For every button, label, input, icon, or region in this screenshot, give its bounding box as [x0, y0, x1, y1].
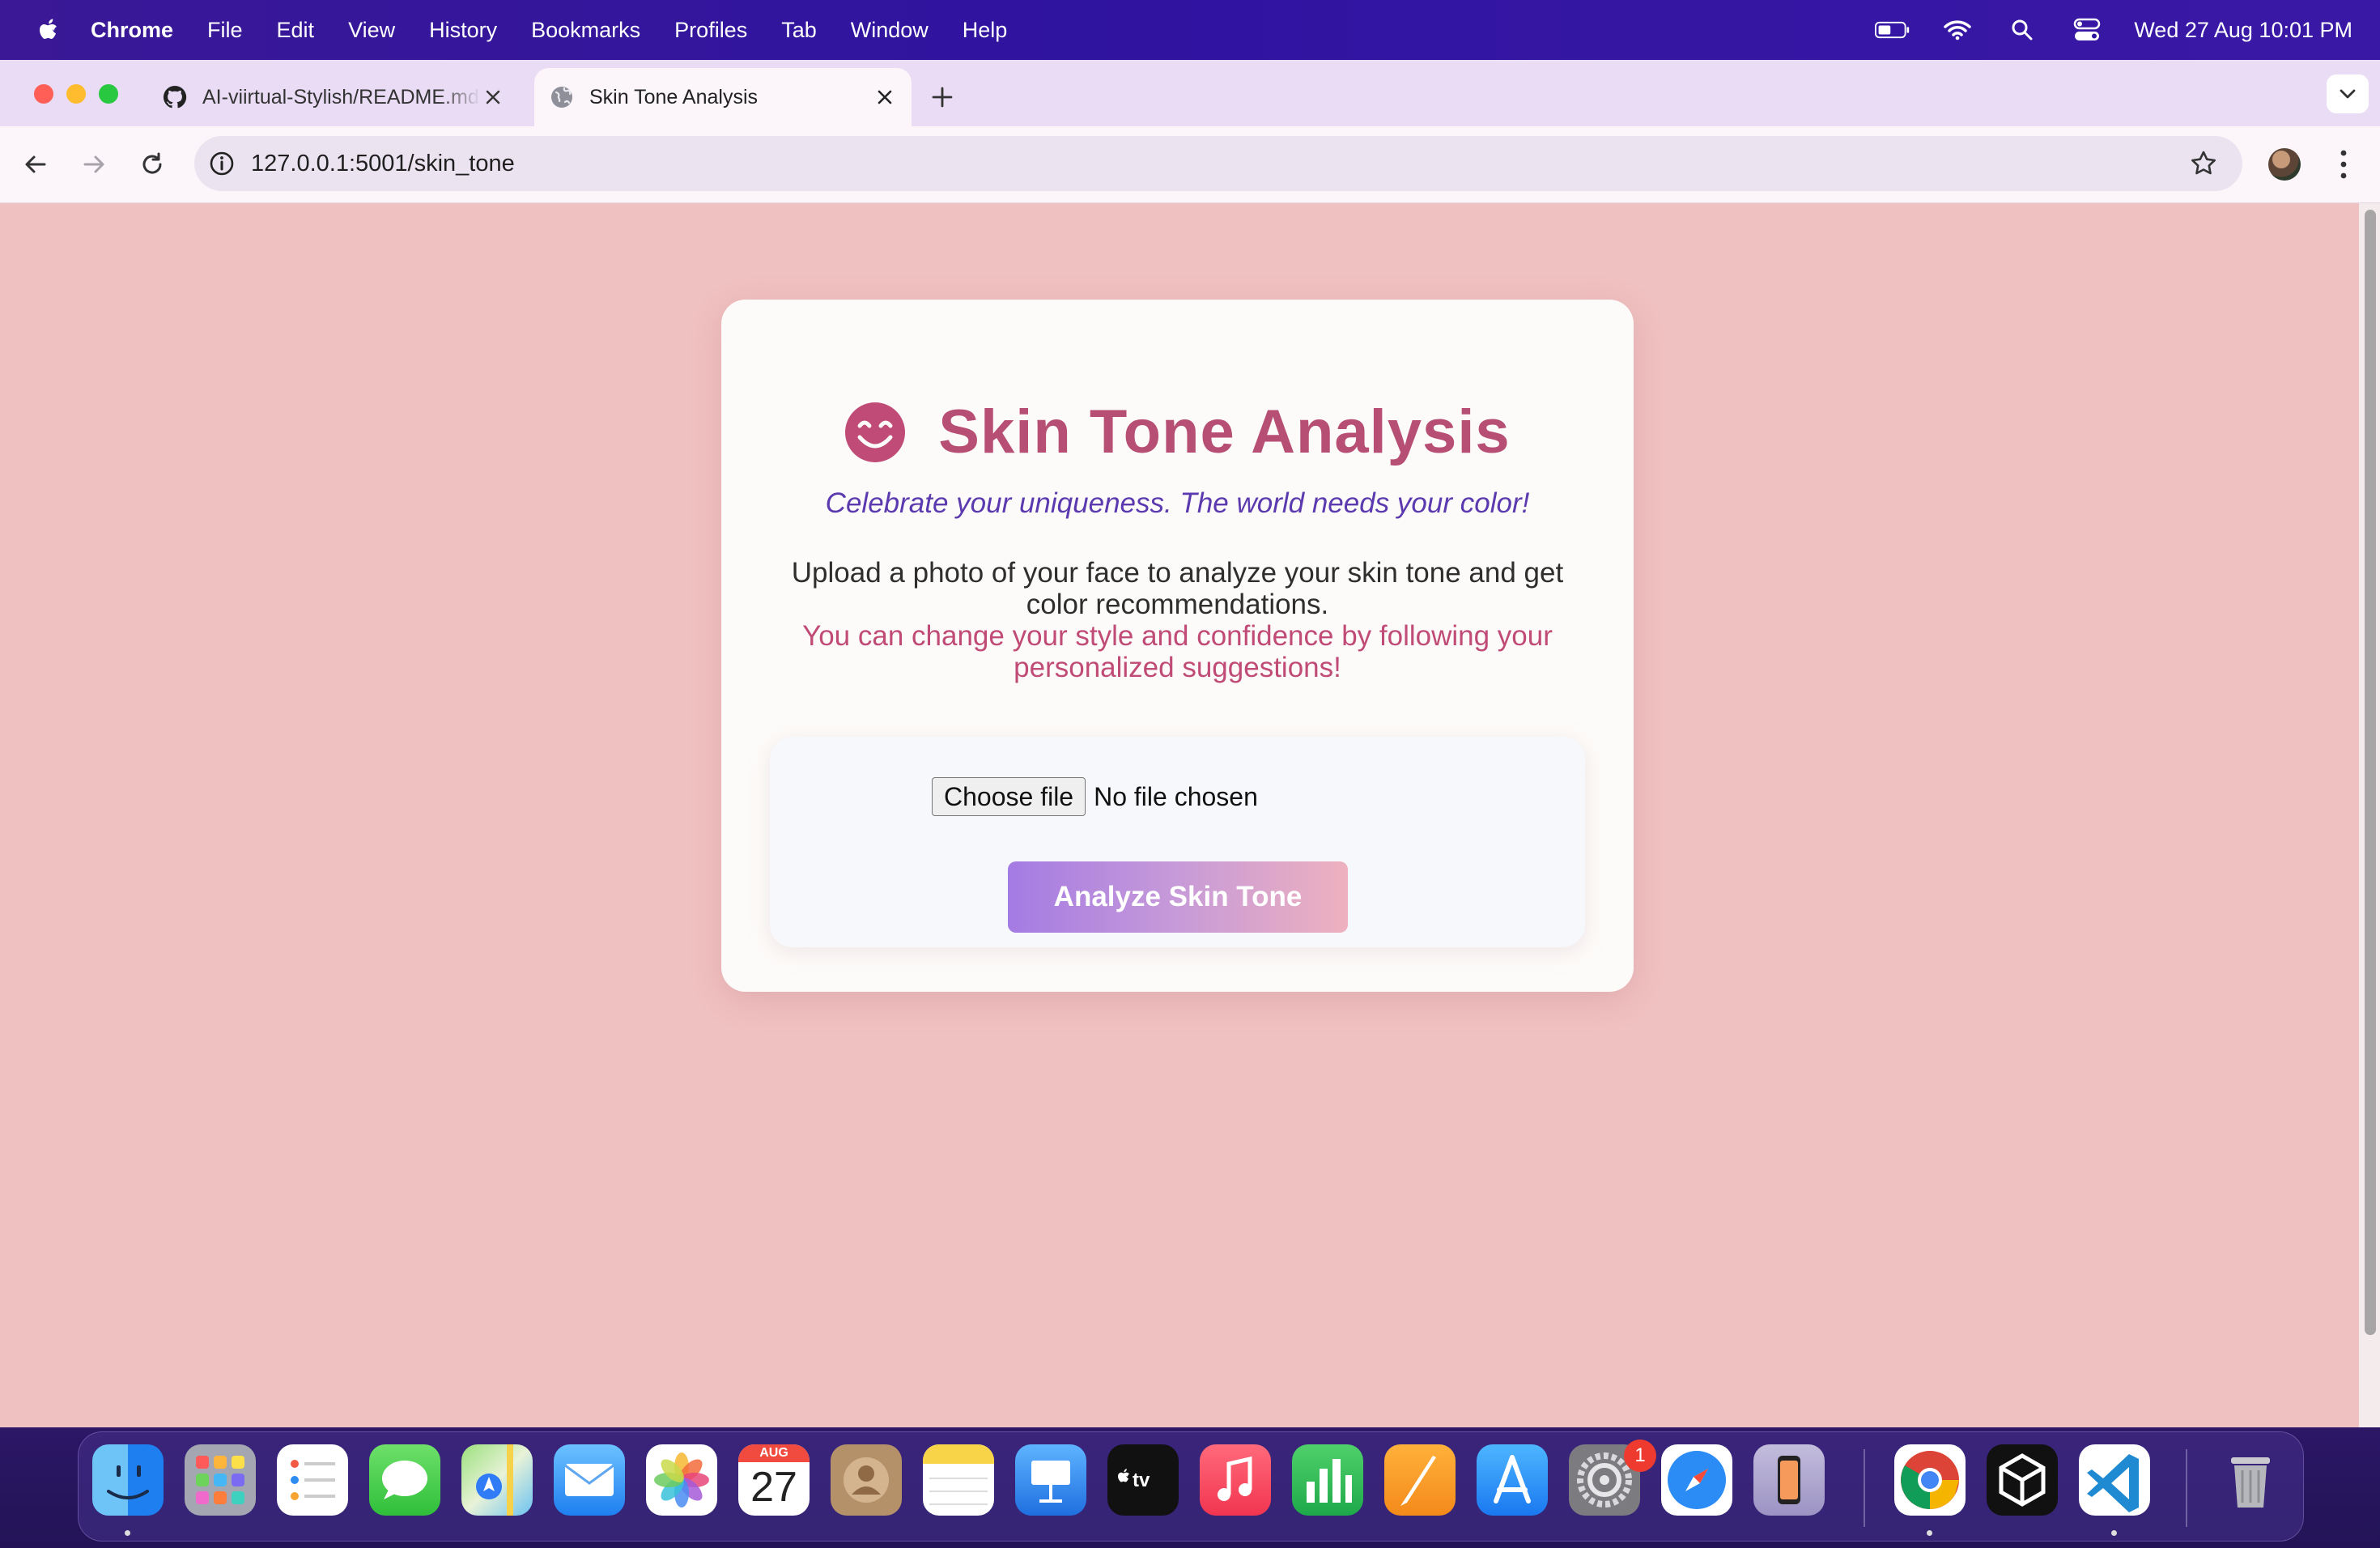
launchpad-icon[interactable]	[185, 1444, 256, 1516]
menu-tab[interactable]: Tab	[781, 18, 817, 43]
calendar-month: AUG	[738, 1444, 810, 1462]
smiling-face-icon	[845, 402, 906, 462]
notes-icon[interactable]	[923, 1444, 994, 1516]
safari-icon[interactable]	[1661, 1444, 1732, 1516]
arrow-left-icon	[25, 155, 46, 173]
calendar-day: 27	[750, 1464, 797, 1511]
scrollbar[interactable]	[2359, 203, 2380, 1427]
menu-window[interactable]: Window	[851, 18, 929, 43]
github-icon	[163, 85, 187, 108]
scrollbar-thumb[interactable]	[2365, 210, 2376, 1335]
app-store-icon[interactable]	[1477, 1444, 1548, 1516]
tab-title: AI-viirtual-Stylish/README.md	[202, 85, 479, 108]
file-status-label: No file chosen	[1094, 781, 1258, 811]
new-tab-icon[interactable]	[928, 83, 957, 112]
reload-button[interactable]	[136, 148, 168, 181]
music-icon[interactable]	[1200, 1444, 1271, 1516]
window-close-button[interactable]	[34, 84, 53, 104]
dock-separator	[1864, 1449, 1865, 1527]
dock-separator	[2186, 1449, 2187, 1527]
menu-file[interactable]: File	[207, 18, 243, 43]
spotlight-search-icon[interactable]	[2004, 18, 2040, 42]
menu-bar: Chrome File Edit View History Bookmarks …	[0, 0, 2380, 60]
reminders-icon[interactable]	[277, 1444, 348, 1516]
menu-history[interactable]: History	[429, 18, 497, 43]
menu-help[interactable]: Help	[963, 18, 1008, 43]
photos-icon[interactable]	[646, 1444, 717, 1516]
finder-icon[interactable]	[92, 1444, 164, 1516]
reload-icon	[142, 152, 162, 174]
more-options-icon[interactable]	[2331, 147, 2356, 182]
site-info-icon[interactable]	[207, 149, 236, 178]
mail-icon[interactable]	[554, 1444, 625, 1516]
chevron-down-icon	[2340, 89, 2356, 99]
menu-app-chrome[interactable]: Chrome	[91, 18, 173, 43]
visual-studio-code-icon[interactable]	[2079, 1444, 2150, 1516]
forward-button[interactable]	[78, 148, 110, 181]
pages-icon[interactable]	[1384, 1444, 1456, 1516]
notification-badge: 1	[1624, 1440, 1656, 1472]
tagline: Celebrate your uniqueness. The world nee…	[825, 487, 1530, 519]
analyze-skin-tone-button[interactable]: Analyze Skin Tone	[1008, 861, 1348, 933]
file-input[interactable]: Choose file No file chosen	[932, 777, 1258, 816]
back-button[interactable]	[19, 148, 52, 181]
choose-file-button[interactable]: Choose file	[932, 777, 1086, 816]
browser-toolbar: 127.0.0.1:5001/skin_tone	[0, 126, 2380, 203]
running-indicator	[1927, 1530, 1932, 1536]
tab-skin-tone-analysis[interactable]: Skin Tone Analysis	[534, 68, 912, 126]
apple-tv-icon[interactable]: tv	[1107, 1444, 1179, 1516]
trash-icon[interactable]	[2215, 1444, 2286, 1516]
analysis-card: Skin Tone Analysis Celebrate your unique…	[721, 300, 1634, 992]
address-bar[interactable]: 127.0.0.1:5001/skin_tone	[194, 136, 2242, 191]
tab-strip: AI-viirtual-Stylish/README.md Skin Tone …	[0, 60, 2380, 126]
page-viewport: Skin Tone Analysis Celebrate your unique…	[0, 203, 2380, 1427]
bookmark-star-icon[interactable]	[2189, 149, 2218, 178]
menu-edit[interactable]: Edit	[277, 18, 315, 43]
arrow-right-icon	[83, 155, 104, 173]
motivation-text: You can change your style and confidence…	[802, 620, 1553, 683]
page-title: Skin Tone Analysis	[938, 398, 1511, 466]
tab-readme[interactable]: AI-viirtual-Stylish/README.md	[147, 68, 520, 126]
apple-logo-icon[interactable]	[32, 14, 65, 46]
window-fullscreen-button[interactable]	[99, 84, 118, 104]
numbers-icon[interactable]	[1292, 1444, 1363, 1516]
window-minimize-button[interactable]	[66, 84, 86, 104]
battery-icon[interactable]	[1875, 18, 1910, 42]
page-heading: Skin Tone Analysis	[721, 397, 1634, 467]
keynote-icon[interactable]	[1015, 1444, 1086, 1516]
google-chrome-icon[interactable]	[1894, 1444, 1966, 1516]
maps-icon[interactable]	[461, 1444, 533, 1516]
menubar-clock[interactable]: Wed 27 Aug 10:01 PM	[2134, 18, 2352, 43]
notes-header	[923, 1444, 994, 1464]
profile-avatar[interactable]	[2268, 148, 2301, 181]
svg-text:tv: tv	[1133, 1469, 1150, 1491]
upload-instructions: Upload a photo of your face to analyze y…	[791, 557, 1564, 620]
menu-view[interactable]: View	[348, 18, 395, 43]
tab-title: Skin Tone Analysis	[589, 85, 758, 108]
running-indicator	[2111, 1530, 2117, 1536]
menu-profiles[interactable]: Profiles	[674, 18, 747, 43]
contacts-icon[interactable]	[831, 1444, 902, 1516]
url-text[interactable]: 127.0.0.1:5001/skin_tone	[251, 151, 515, 177]
wifi-icon[interactable]	[1940, 18, 1975, 42]
tab-search-button[interactable]	[2327, 74, 2369, 113]
unity-icon[interactable]	[1987, 1444, 2058, 1516]
tab-close-icon[interactable]	[873, 85, 897, 109]
tab-close-icon[interactable]	[481, 85, 505, 109]
messages-icon[interactable]	[369, 1444, 440, 1516]
running-indicator	[125, 1530, 130, 1536]
upload-form: Choose file No file chosen Analyze Skin …	[770, 737, 1585, 947]
calendar-icon[interactable]: AUG 27	[738, 1444, 810, 1516]
menu-bookmarks[interactable]: Bookmarks	[531, 18, 640, 43]
globe-icon	[551, 87, 572, 108]
iphone-mirroring-icon[interactable]	[1753, 1444, 1825, 1516]
control-center-icon[interactable]	[2069, 18, 2105, 42]
